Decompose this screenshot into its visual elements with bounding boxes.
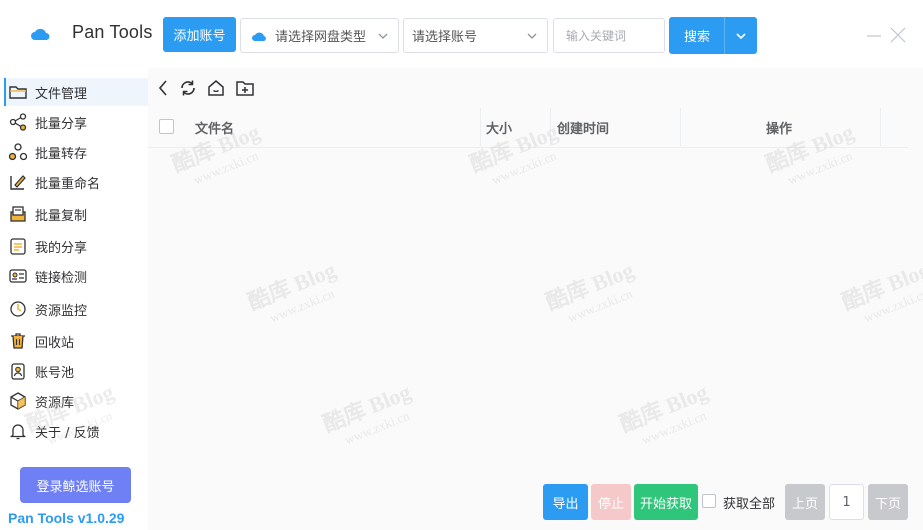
chevron-down-icon [378,33,388,39]
select-all-rows-checkbox[interactable] [159,119,174,134]
chevron-down-icon [736,32,746,39]
start-fetch-button[interactable]: 开始获取 [634,484,698,520]
monitor-icon [10,301,26,317]
app-title: Pan Tools [72,22,153,42]
sidebar-item-label: 文件管理 [35,86,88,102]
sidebar-item-resource-library[interactable]: 资源库 [4,387,148,415]
link-check-icon [9,269,27,283]
my-share-icon [10,238,26,255]
sidebar-item-label: 链接检测 [35,270,88,286]
cloud-logo-icon [31,28,50,40]
back-icon[interactable] [154,78,174,98]
stop-button[interactable]: 停止 [591,484,631,520]
sidebar-item-label: 批量转存 [35,146,88,162]
title-bar: Pan Tools 添加账号 请选择网盘类型 请选择账号 搜索 [0,0,923,70]
fetch-all-checkbox[interactable] [702,494,716,508]
close-icon[interactable] [889,26,907,44]
account-pool-icon [11,363,25,380]
sidebar-item-batch-rename[interactable]: 批量重命名 [4,168,148,196]
column-header-created-time[interactable]: 创建时间 [557,108,609,146]
resource-library-icon [10,392,26,410]
sidebar-item-label: 批量分享 [35,116,88,132]
version-label: Pan Tools v1.0.29 [8,510,125,526]
fetch-all-label[interactable]: 获取全部 [723,493,775,512]
cloud-icon [252,32,266,41]
sidebar-item-label: 关于 / 反馈 [35,425,100,441]
sidebar-item-label: 资源监控 [35,303,88,319]
column-divider [480,108,481,146]
rename-icon [10,175,26,190]
folder-icon [9,86,27,99]
sidebar-item-label: 批量复制 [35,208,88,224]
sidebar-item-label: 批量重命名 [35,176,101,192]
sidebar: 文件管理 批量分享 批量转存 批量重命名 批量复制 我的分享 链接检测 资源监控… [0,78,148,530]
login-jingxuan-account-button[interactable]: 登录鲸选账号 [20,467,131,503]
home-icon[interactable] [206,78,226,98]
bell-icon [9,424,27,440]
prev-page-button[interactable]: 上页 [785,484,825,520]
sidebar-item-label: 我的分享 [35,240,88,256]
file-table-header: 文件名 大小 创建时间 操作 [148,108,908,148]
sidebar-item-link-check[interactable]: 链接检测 [4,262,148,290]
sidebar-item-batch-copy[interactable]: 批量复制 [4,200,148,228]
disk-type-select-value: 请选择网盘类型 [275,30,367,45]
sidebar-item-about-feedback[interactable]: 关于 / 反馈 [4,417,148,445]
sidebar-item-recycle-bin[interactable]: 回收站 [4,327,148,355]
search-dropdown-button[interactable] [724,17,757,54]
search-button[interactable]: 搜索 [669,17,725,54]
keyword-input[interactable] [553,18,665,53]
add-account-button[interactable]: 添加账号 [163,17,236,52]
sidebar-item-my-share[interactable]: 我的分享 [4,232,148,260]
share-icon [9,113,27,131]
sidebar-item-label: 回收站 [35,335,75,351]
trash-icon [11,333,25,349]
column-divider [680,108,681,146]
sidebar-item-batch-transfer[interactable]: 批量转存 [4,138,148,166]
file-panel: 文件名 大小 创建时间 操作 [148,68,923,530]
copy-icon [10,206,26,222]
export-button[interactable]: 导出 [543,484,588,520]
column-divider [880,108,881,146]
page-number-input[interactable] [829,484,864,520]
sidebar-item-label: 账号池 [35,365,75,381]
account-select-value: 请选择账号 [412,30,478,45]
sidebar-item-account-pool[interactable]: 账号池 [4,357,148,385]
transfer-icon [8,143,28,161]
new-folder-icon[interactable] [235,78,255,98]
column-divider [550,108,551,146]
next-page-button[interactable]: 下页 [868,484,908,520]
sidebar-item-resource-monitor[interactable]: 资源监控 [4,295,148,323]
sidebar-item-batch-share[interactable]: 批量分享 [4,108,148,136]
sidebar-item-label: 资源库 [35,395,75,411]
disk-type-select[interactable]: 请选择网盘类型 [240,18,399,53]
column-header-filename[interactable]: 文件名 [195,108,234,146]
refresh-icon[interactable] [178,78,198,98]
column-header-actions: 操作 [766,121,793,137]
column-header-size[interactable]: 大小 [486,108,512,146]
sidebar-item-file-management[interactable]: 文件管理 [4,78,148,106]
minimize-icon[interactable] [866,26,882,44]
account-select[interactable]: 请选择账号 [403,18,548,53]
chevron-down-icon [527,33,537,39]
